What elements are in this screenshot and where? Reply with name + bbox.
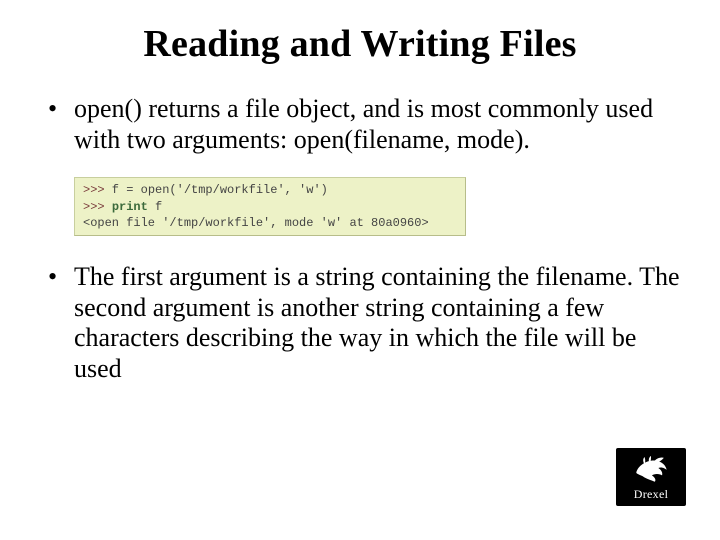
code-output: <open file '/tmp/workfile', mode 'w' at … <box>83 216 429 230</box>
code-text: f <box>148 200 162 214</box>
code-prompt: >>> <box>83 200 105 214</box>
slide: Reading and Writing Files open() returns… <box>0 0 720 540</box>
code-text: f = open('/tmp/workfile', 'w') <box>105 183 328 197</box>
bullet-item: open() returns a file object, and is mos… <box>74 94 690 155</box>
code-example: >>> f = open('/tmp/workfile', 'w') >>> p… <box>74 177 466 236</box>
code-keyword: print <box>112 200 148 214</box>
bullet-list: open() returns a file object, and is mos… <box>30 94 690 155</box>
bullet-list: The first argument is a string containin… <box>30 262 690 385</box>
logo-label: Drexel <box>634 487 668 502</box>
bullet-item: The first argument is a string containin… <box>74 262 690 385</box>
dragon-icon <box>628 451 674 485</box>
slide-title: Reading and Writing Files <box>30 22 690 66</box>
drexel-logo: Drexel <box>616 448 686 506</box>
code-prompt: >>> <box>83 183 105 197</box>
